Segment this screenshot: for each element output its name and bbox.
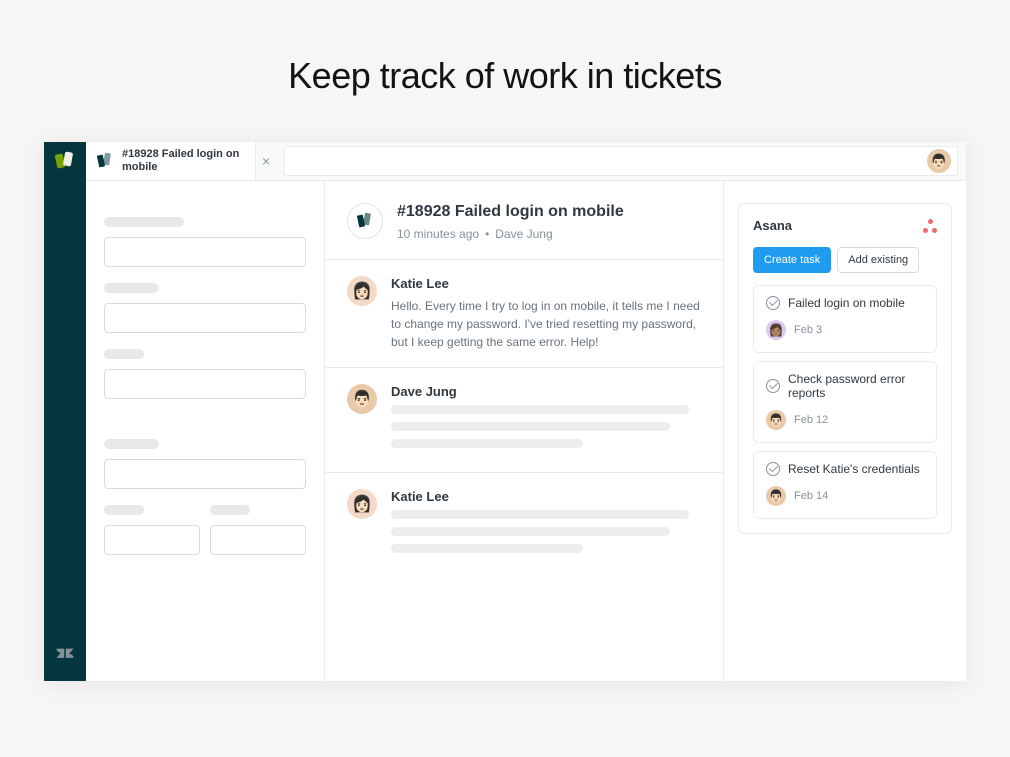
placeholder-input[interactable]: [104, 369, 306, 399]
placeholder-input[interactable]: [104, 237, 306, 267]
ticket-tab[interactable]: #18928 Failed login on mobile: [86, 142, 256, 180]
message-author: Katie Lee: [391, 276, 701, 291]
placeholder-line: [391, 439, 583, 448]
task-date: Feb 3: [794, 324, 822, 336]
placeholder-label: [210, 505, 250, 515]
placeholder-label: [104, 505, 144, 515]
content-row: #18928 Failed login on mobile 10 minutes…: [86, 181, 966, 681]
avatar[interactable]: 👨🏻: [927, 149, 951, 173]
message-author: Dave Jung: [391, 384, 701, 399]
task-date: Feb 14: [794, 490, 828, 502]
check-icon[interactable]: [766, 379, 780, 393]
message: 👩🏻 Katie Lee: [325, 472, 723, 577]
check-icon[interactable]: [766, 462, 780, 476]
placeholder-input[interactable]: [104, 303, 306, 333]
avatar: 👨🏻: [766, 410, 786, 430]
thread-header: #18928 Failed login on mobile 10 minutes…: [325, 181, 723, 259]
task-title: Check password error reports: [788, 372, 924, 400]
zendesk-z-icon[interactable]: [55, 644, 75, 669]
ticket-thread: #18928 Failed login on mobile 10 minutes…: [324, 181, 724, 681]
app-window: #18928 Failed login on mobile × 👨🏻: [44, 142, 966, 681]
message-author: Katie Lee: [391, 489, 701, 504]
placeholder-label: [104, 283, 159, 293]
ticket-timestamp: 10 minutes ago: [397, 227, 479, 241]
avatar: 👩🏽: [766, 320, 786, 340]
left-rail: [44, 142, 86, 681]
page-title: Keep track of work in tickets: [0, 0, 1010, 142]
main-area: #18928 Failed login on mobile × 👨🏻: [86, 142, 966, 681]
placeholder-input[interactable]: [210, 525, 306, 555]
top-bar: #18928 Failed login on mobile × 👨🏻: [86, 142, 966, 181]
create-task-button[interactable]: Create task: [753, 247, 831, 273]
placeholder-line: [391, 405, 689, 414]
message-text: Hello. Every time I try to log in on mob…: [391, 297, 701, 351]
message: 👨🏻 Dave Jung: [325, 367, 723, 472]
asana-title: Asana: [753, 218, 792, 233]
ticket-icon: [96, 152, 114, 170]
task-title: Reset Katie's credentials: [788, 462, 920, 476]
asana-widget: Asana Create task Add existing Failed lo…: [738, 203, 952, 534]
avatar: 👨🏻: [766, 486, 786, 506]
task-title: Failed login on mobile: [788, 296, 905, 310]
placeholder-line: [391, 510, 689, 519]
task-card[interactable]: Reset Katie's credentials 👨🏻 Feb 14: [753, 451, 937, 519]
task-date: Feb 12: [794, 414, 828, 426]
placeholder-line: [391, 422, 670, 431]
task-card[interactable]: Failed login on mobile 👩🏽 Feb 3: [753, 285, 937, 353]
add-existing-button[interactable]: Add existing: [837, 247, 919, 273]
placeholder-label: [104, 439, 159, 449]
task-card[interactable]: Check password error reports 👨🏻 Feb 12: [753, 361, 937, 443]
right-panel: Asana Create task Add existing Failed lo…: [724, 181, 966, 681]
ticket-author: Dave Jung: [495, 227, 552, 241]
ticket-meta: 10 minutes ago•Dave Jung: [397, 227, 624, 241]
placeholder-line: [391, 544, 583, 553]
avatar: 👨🏻: [347, 384, 377, 414]
tab-title: #18928 Failed login on mobile: [122, 148, 245, 174]
close-icon[interactable]: ×: [256, 153, 276, 169]
avatar: 👩🏻: [347, 276, 377, 306]
side-panel: [86, 181, 324, 681]
zendesk-logo-icon[interactable]: [54, 150, 76, 172]
placeholder-input[interactable]: [104, 525, 200, 555]
message: 👩🏻 Katie Lee Hello. Every time I try to …: [325, 259, 723, 367]
placeholder-line: [391, 527, 670, 536]
search-bar[interactable]: 👨🏻: [284, 146, 958, 176]
avatar: 👩🏻: [347, 489, 377, 519]
placeholder-label: [104, 217, 184, 227]
check-icon[interactable]: [766, 296, 780, 310]
placeholder-input[interactable]: [104, 459, 306, 489]
asana-logo-icon: [923, 219, 937, 233]
ticket-source-icon: [347, 203, 383, 239]
ticket-title: #18928 Failed login on mobile: [397, 203, 624, 221]
placeholder-label: [104, 349, 144, 359]
